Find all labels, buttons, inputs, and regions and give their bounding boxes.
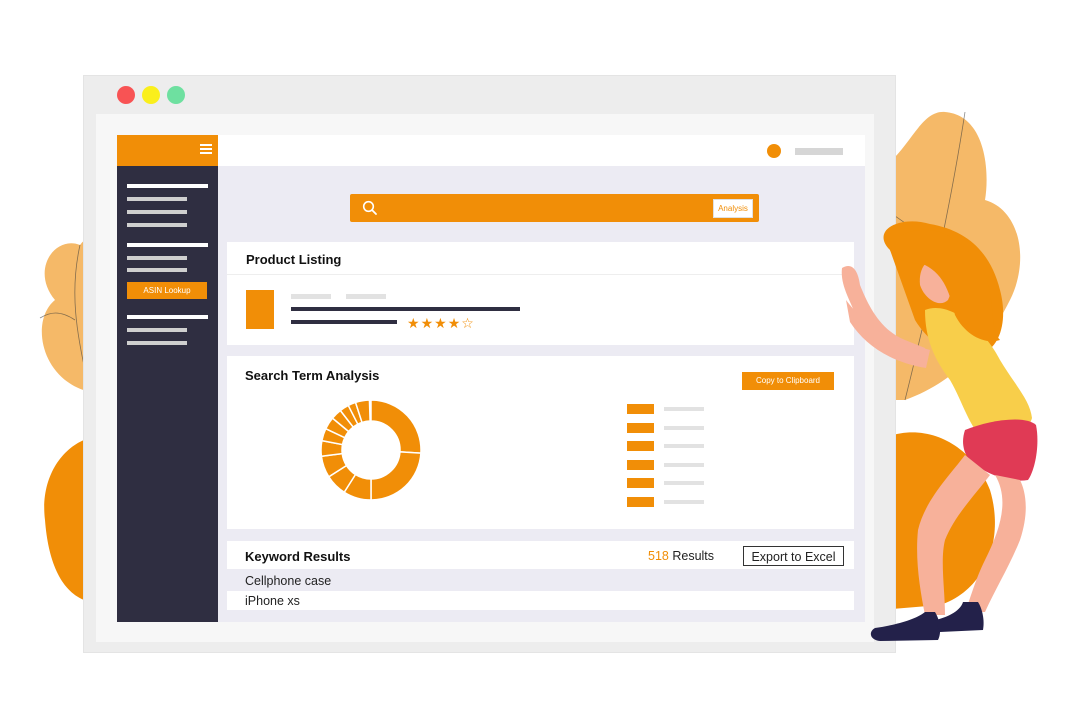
sidebar-item[interactable]	[127, 256, 187, 260]
sidebar-heading-1[interactable]	[127, 184, 208, 188]
keyword-cell: Cellphone case	[245, 574, 332, 588]
product-subtitle-placeholder	[291, 320, 397, 324]
sidebar-item[interactable]	[127, 268, 187, 272]
search-term-analysis-title: Search Term Analysis	[245, 368, 380, 383]
product-meta-placeholder	[346, 294, 386, 299]
legend-swatch	[627, 422, 654, 433]
star-empty-icon: ☆	[461, 316, 474, 332]
donut-segment	[370, 399, 422, 454]
left-bush-shape	[44, 440, 84, 600]
legend-label-placeholder	[664, 425, 704, 430]
sidebar-item[interactable]	[127, 223, 187, 227]
search-bar[interactable]: Analysis	[350, 194, 759, 222]
results-count: 518 Results	[648, 549, 714, 563]
legend-swatch	[627, 496, 654, 507]
user-avatar[interactable]	[767, 144, 781, 158]
analysis-legend	[627, 404, 707, 514]
legend-swatch	[627, 478, 654, 488]
star-filled-icon: ★	[420, 316, 434, 332]
asin-lookup-button[interactable]: ASIN Lookup	[127, 282, 207, 299]
sidebar-heading-2[interactable]	[127, 243, 208, 247]
donut-segment	[370, 451, 422, 501]
sidebar-item[interactable]	[127, 210, 187, 214]
legend-label-placeholder	[664, 499, 704, 504]
analysis-button[interactable]: Analysis	[713, 199, 753, 218]
sidebar-item[interactable]	[127, 341, 187, 345]
keyword-results-title: Keyword Results	[245, 549, 351, 564]
product-rating: ★★★★☆	[407, 315, 475, 332]
keyword-cell: iPhone xs	[245, 594, 300, 608]
product-listing-title: Product Listing	[246, 252, 342, 267]
product-listing-card: Product Listing ★★★★☆	[227, 242, 854, 345]
user-name-placeholder	[795, 148, 843, 155]
sidebar-item[interactable]	[127, 328, 187, 332]
legend-label-placeholder	[664, 462, 704, 467]
donut-chart	[320, 399, 422, 501]
legend-swatch	[627, 404, 654, 414]
sidebar-header	[117, 135, 218, 166]
card-divider	[227, 274, 854, 275]
table-row[interactable]	[227, 591, 854, 610]
top-bar	[218, 135, 865, 166]
sidebar: ASIN Lookup	[117, 135, 218, 622]
search-icon	[362, 200, 377, 215]
legend-label-placeholder	[664, 444, 704, 448]
woman-illustration	[841, 221, 1038, 641]
legend-swatch	[627, 441, 654, 451]
sidebar-heading-3[interactable]	[127, 315, 208, 319]
sidebar-item[interactable]	[127, 197, 187, 201]
legend-label-placeholder	[664, 481, 704, 485]
product-meta-placeholder	[291, 294, 331, 299]
close-window-dot[interactable]	[117, 86, 135, 104]
star-filled-icon: ★	[407, 316, 420, 332]
product-title-placeholder[interactable]	[291, 307, 520, 311]
hamburger-menu-icon[interactable]	[200, 144, 212, 156]
results-count-number: 518	[648, 549, 669, 563]
star-filled-icon: ★	[434, 316, 447, 332]
star-filled-icon: ★	[447, 316, 461, 332]
maximize-window-dot[interactable]	[167, 86, 185, 104]
legend-swatch	[627, 459, 654, 470]
product-thumbnail[interactable]	[246, 290, 274, 329]
results-count-label: Results	[672, 549, 715, 563]
legend-label-placeholder	[664, 407, 704, 411]
minimize-window-dot[interactable]	[142, 86, 160, 104]
